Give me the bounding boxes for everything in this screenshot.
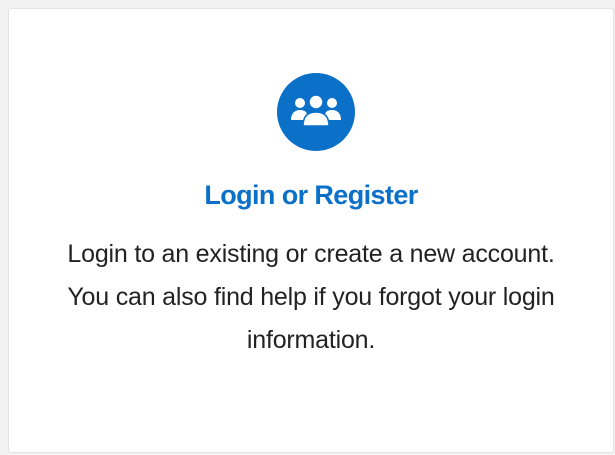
users-group-icon <box>277 73 355 151</box>
card-title[interactable]: Login or Register <box>9 175 613 215</box>
card-description: Login to an existing or create a new acc… <box>67 240 555 354</box>
login-register-card[interactable]: Login or Register Login to an existing o… <box>8 8 614 453</box>
